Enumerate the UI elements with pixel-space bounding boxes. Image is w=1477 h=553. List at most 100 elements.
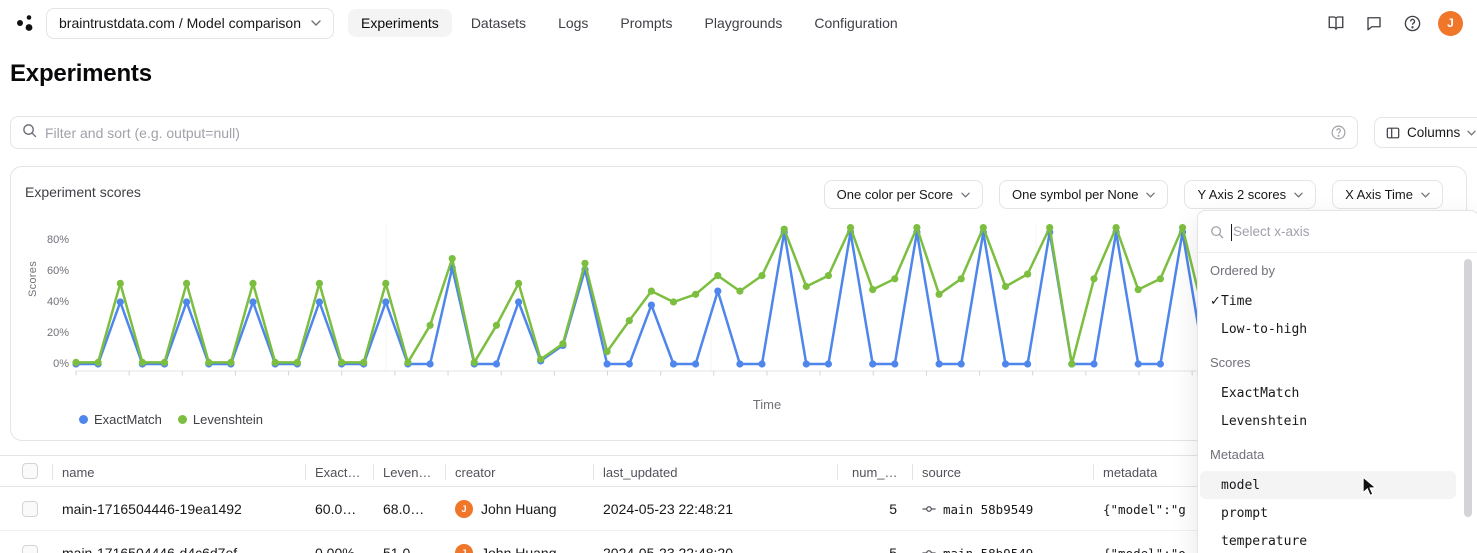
y-tick-label: 0% xyxy=(29,358,69,370)
help-icon[interactable] xyxy=(1400,11,1424,35)
cell-name[interactable]: main-1716504446-19ea1492 xyxy=(62,487,297,531)
menu-section-metadata: Metadata xyxy=(1210,447,1264,462)
chevron-down-icon xyxy=(961,192,970,198)
legend-item-levenshtein[interactable]: Levenshtein xyxy=(178,412,263,427)
color-per-select[interactable]: One color per Score xyxy=(824,180,983,209)
menu-section-scores: Scores xyxy=(1210,355,1250,370)
chevron-down-icon xyxy=(1294,192,1303,198)
commit-icon xyxy=(922,546,936,553)
chart-legend: ExactMatch Levenshtein xyxy=(79,412,263,427)
creator-avatar: J xyxy=(455,500,473,518)
tab-experiments[interactable]: Experiments xyxy=(348,9,452,37)
menu-item-label: model xyxy=(1221,478,1260,493)
project-selector-label: braintrustdata.com / Model comparison xyxy=(59,15,301,31)
column-header-source[interactable]: source xyxy=(922,456,1087,488)
column-resize-handle[interactable] xyxy=(52,464,53,480)
feedback-chat-icon[interactable] xyxy=(1362,11,1386,35)
menu-item-time[interactable]: ✓Time xyxy=(1200,287,1456,315)
user-avatar[interactable]: J xyxy=(1438,11,1463,36)
project-selector[interactable]: braintrustdata.com / Model comparison xyxy=(46,8,334,39)
docs-book-icon[interactable] xyxy=(1324,11,1348,35)
column-resize-handle[interactable] xyxy=(445,464,446,480)
tab-logs[interactable]: Logs xyxy=(545,9,601,37)
control-label: Y Axis 2 scores xyxy=(1197,187,1286,202)
dropdown-scrollbar[interactable] xyxy=(1464,259,1472,517)
cell-last_updated: 2024-05-23 22:48:21 xyxy=(603,487,838,531)
source-ref: main 58b9549 xyxy=(943,502,1033,517)
filter-input-wrap xyxy=(10,116,1358,149)
column-resize-handle[interactable] xyxy=(1093,464,1094,480)
menu-item-label: Low-to-high xyxy=(1221,322,1307,337)
cell-name[interactable]: main-1716504446-d4c6d7ef xyxy=(62,531,297,553)
menu-item-temperature[interactable]: temperature xyxy=(1200,527,1456,553)
menu-item-low-to-high[interactable]: Low-to-high xyxy=(1200,315,1456,343)
legend-label: Levenshtein xyxy=(193,412,263,427)
column-resize-handle[interactable] xyxy=(305,464,306,480)
user-avatar-initial: J xyxy=(1447,16,1454,30)
y-tick-label: 20% xyxy=(29,327,69,339)
columns-icon xyxy=(1386,126,1400,140)
y-axis-select[interactable]: Y Axis 2 scores xyxy=(1184,180,1316,209)
filter-help-icon[interactable] xyxy=(1330,124,1347,141)
app-root: braintrustdata.com / Model comparison Ex… xyxy=(0,0,1477,553)
creator-name: John Huang xyxy=(481,501,557,517)
legend-label: ExactMatch xyxy=(94,412,162,427)
column-header-num[interactable]: num_… xyxy=(852,456,904,488)
column-resize-handle[interactable] xyxy=(593,464,594,480)
column-header-creator[interactable]: creator xyxy=(455,456,585,488)
menu-item-label: Time xyxy=(1221,294,1252,309)
legend-dot-icon xyxy=(79,415,88,424)
cell-leven: 68.0… xyxy=(383,487,435,531)
main-nav: ExperimentsDatasetsLogsPromptsPlayground… xyxy=(348,9,911,37)
menu-item-label: temperature xyxy=(1221,534,1307,549)
column-header-exact[interactable]: Exact… xyxy=(315,456,365,488)
y-tick-label: 40% xyxy=(29,296,69,308)
tab-playgrounds[interactable]: Playgrounds xyxy=(692,9,796,37)
filter-input[interactable] xyxy=(45,125,1330,141)
dropdown-search-input[interactable] xyxy=(1224,224,1477,239)
symbol-per-select[interactable]: One symbol per None xyxy=(999,180,1168,209)
menu-item-label: Levenshtein xyxy=(1221,414,1307,429)
tab-prompts[interactable]: Prompts xyxy=(607,9,685,37)
cell-num: 5 xyxy=(845,487,897,531)
creator-avatar: J xyxy=(455,544,473,553)
select-all-checkbox[interactable] xyxy=(22,463,38,479)
row-checkbox[interactable] xyxy=(22,545,38,553)
check-icon: ✓ xyxy=(1200,293,1221,309)
menu-item-label: prompt xyxy=(1221,506,1268,521)
menu-item-model[interactable]: model xyxy=(1200,471,1456,499)
tab-datasets[interactable]: Datasets xyxy=(458,9,539,37)
menu-item-label: ExactMatch xyxy=(1221,386,1299,401)
commit-icon xyxy=(922,502,936,516)
search-icon xyxy=(22,123,37,143)
menu-item-prompt[interactable]: prompt xyxy=(1200,499,1456,527)
column-header-last_updated[interactable]: last_updated xyxy=(603,456,838,488)
column-header-name[interactable]: name xyxy=(62,456,297,488)
cell-num: 5 xyxy=(845,531,897,553)
row-checkbox[interactable] xyxy=(22,501,38,517)
topbar: braintrustdata.com / Model comparison Ex… xyxy=(0,0,1477,46)
cell-creator: J John Huang xyxy=(455,487,585,531)
x-axis-select[interactable]: X Axis Time xyxy=(1332,180,1443,209)
menu-section-ordered-by: Ordered by xyxy=(1210,263,1275,278)
text-caret xyxy=(1231,224,1232,241)
columns-button[interactable]: Columns xyxy=(1374,117,1477,148)
topbar-actions: J xyxy=(1324,11,1477,36)
columns-button-label: Columns xyxy=(1407,125,1460,140)
chevron-down-icon xyxy=(1421,192,1430,198)
menu-item-levenshtein[interactable]: Levenshtein xyxy=(1200,407,1456,435)
column-resize-handle[interactable] xyxy=(912,464,913,480)
braintrust-logo-icon xyxy=(14,11,36,35)
column-header-leven[interactable]: Leven… xyxy=(383,456,435,488)
legend-item-exactmatch[interactable]: ExactMatch xyxy=(79,412,162,427)
column-resize-handle[interactable] xyxy=(373,464,374,480)
control-label: X Axis Time xyxy=(1345,187,1413,202)
chevron-down-icon xyxy=(1146,192,1155,198)
chart-controls: One color per Score One symbol per None Y … xyxy=(824,180,1443,209)
tab-configuration[interactable]: Configuration xyxy=(801,9,910,37)
dropdown-search xyxy=(1198,211,1477,253)
cell-creator: J John Huang xyxy=(455,531,585,553)
menu-item-exactmatch[interactable]: ExactMatch xyxy=(1200,379,1456,407)
source-ref: main 58b9549 xyxy=(943,546,1033,553)
creator-name: John Huang xyxy=(481,545,557,553)
